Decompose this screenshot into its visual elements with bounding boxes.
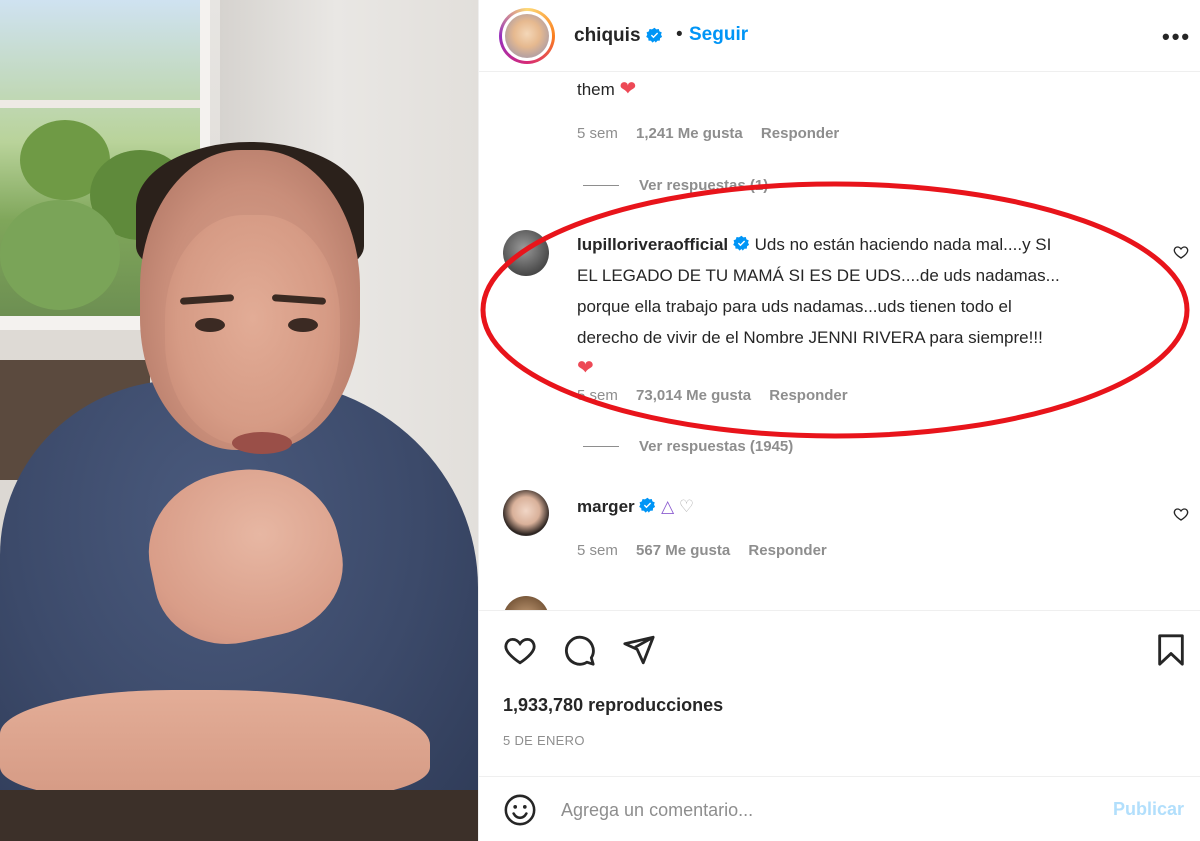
person-mouth [232, 432, 292, 454]
main-comment-text: lupilloriveraofficial Uds no están hacie… [577, 235, 1060, 379]
post-actions: 1,933,780 reproducciones 5 DE ENERO Publ… [479, 610, 1200, 841]
emoji-icon[interactable] [503, 793, 537, 827]
person-eye-right [288, 318, 318, 332]
comment-composer: Publicar [479, 776, 1200, 841]
praying-hands-emoji: △ [661, 497, 675, 516]
like-comment-heart-icon[interactable] [1173, 244, 1189, 260]
person-eye-left [195, 318, 225, 332]
post-date[interactable]: 5 DE ENERO [503, 733, 585, 748]
foreground-table [0, 790, 478, 841]
red-heart-emoji: ❤ [577, 357, 594, 379]
main-comment-meta: 5 sem 73,014 Me gusta Responder [577, 387, 862, 404]
next-comment-meta: 5 sem 567 Me gusta Responder [577, 542, 841, 559]
view-replies-button[interactable]: Ver respuestas (1945) [583, 438, 793, 455]
commenter-avatar[interactable] [503, 230, 549, 276]
person-arm [0, 690, 430, 800]
view-replies-button[interactable]: Ver respuestas (1) [583, 177, 768, 194]
comment-age: 5 sem [577, 125, 618, 142]
heart-icon[interactable] [503, 633, 537, 667]
commenter-avatar[interactable] [503, 596, 549, 610]
person-face [165, 215, 340, 445]
next-comment-text: marger △ ♡ [577, 491, 694, 522]
bookmark-icon[interactable] [1154, 633, 1188, 667]
commenter-username[interactable]: lupilloriveraofficial [577, 235, 728, 254]
post-header: chiquis • Seguir ••• [479, 0, 1200, 72]
more-options-icon[interactable]: ••• [1162, 24, 1191, 50]
comment-likes[interactable]: 73,014 Me gusta [636, 387, 751, 404]
reply-button[interactable]: Responder [761, 125, 839, 142]
publish-button[interactable]: Publicar [1113, 799, 1184, 820]
comment-likes[interactable]: 567 Me gusta [636, 542, 730, 559]
red-heart-emoji: ❤ [619, 78, 637, 100]
reply-button[interactable]: Responder [748, 542, 826, 559]
reply-button[interactable]: Responder [769, 387, 847, 404]
follow-button[interactable]: Seguir [689, 24, 748, 46]
prev-comment-text: them ❤ [577, 78, 637, 100]
header-separator: • [676, 24, 683, 45]
commenter-username[interactable]: marger [577, 497, 635, 516]
share-icon[interactable] [622, 633, 656, 667]
like-comment-heart-icon[interactable] [1173, 506, 1189, 522]
comments-list[interactable]: them ❤ 5 sem 1,241 Me gusta Responder Ve… [479, 72, 1200, 610]
view-count[interactable]: 1,933,780 reproducciones [503, 695, 723, 716]
author-username[interactable]: chiquis [574, 25, 641, 47]
comment-likes[interactable]: 1,241 Me gusta [636, 125, 743, 142]
verified-icon [733, 235, 749, 251]
author-avatar[interactable] [499, 8, 555, 64]
comment-input[interactable] [561, 797, 1081, 823]
comment-icon[interactable] [562, 633, 596, 667]
commenter-avatar[interactable] [503, 490, 549, 536]
comment-age: 5 sem [577, 542, 618, 559]
verified-icon [639, 497, 656, 513]
post-media[interactable] [0, 0, 478, 841]
verified-icon [646, 27, 663, 43]
post-panel: chiquis • Seguir ••• them ❤ 5 sem 1,241 … [478, 0, 1200, 841]
white-heart-emoji: ♡ [678, 497, 695, 516]
comment-age: 5 sem [577, 387, 618, 404]
prev-comment-meta: 5 sem 1,241 Me gusta Responder [577, 125, 853, 142]
